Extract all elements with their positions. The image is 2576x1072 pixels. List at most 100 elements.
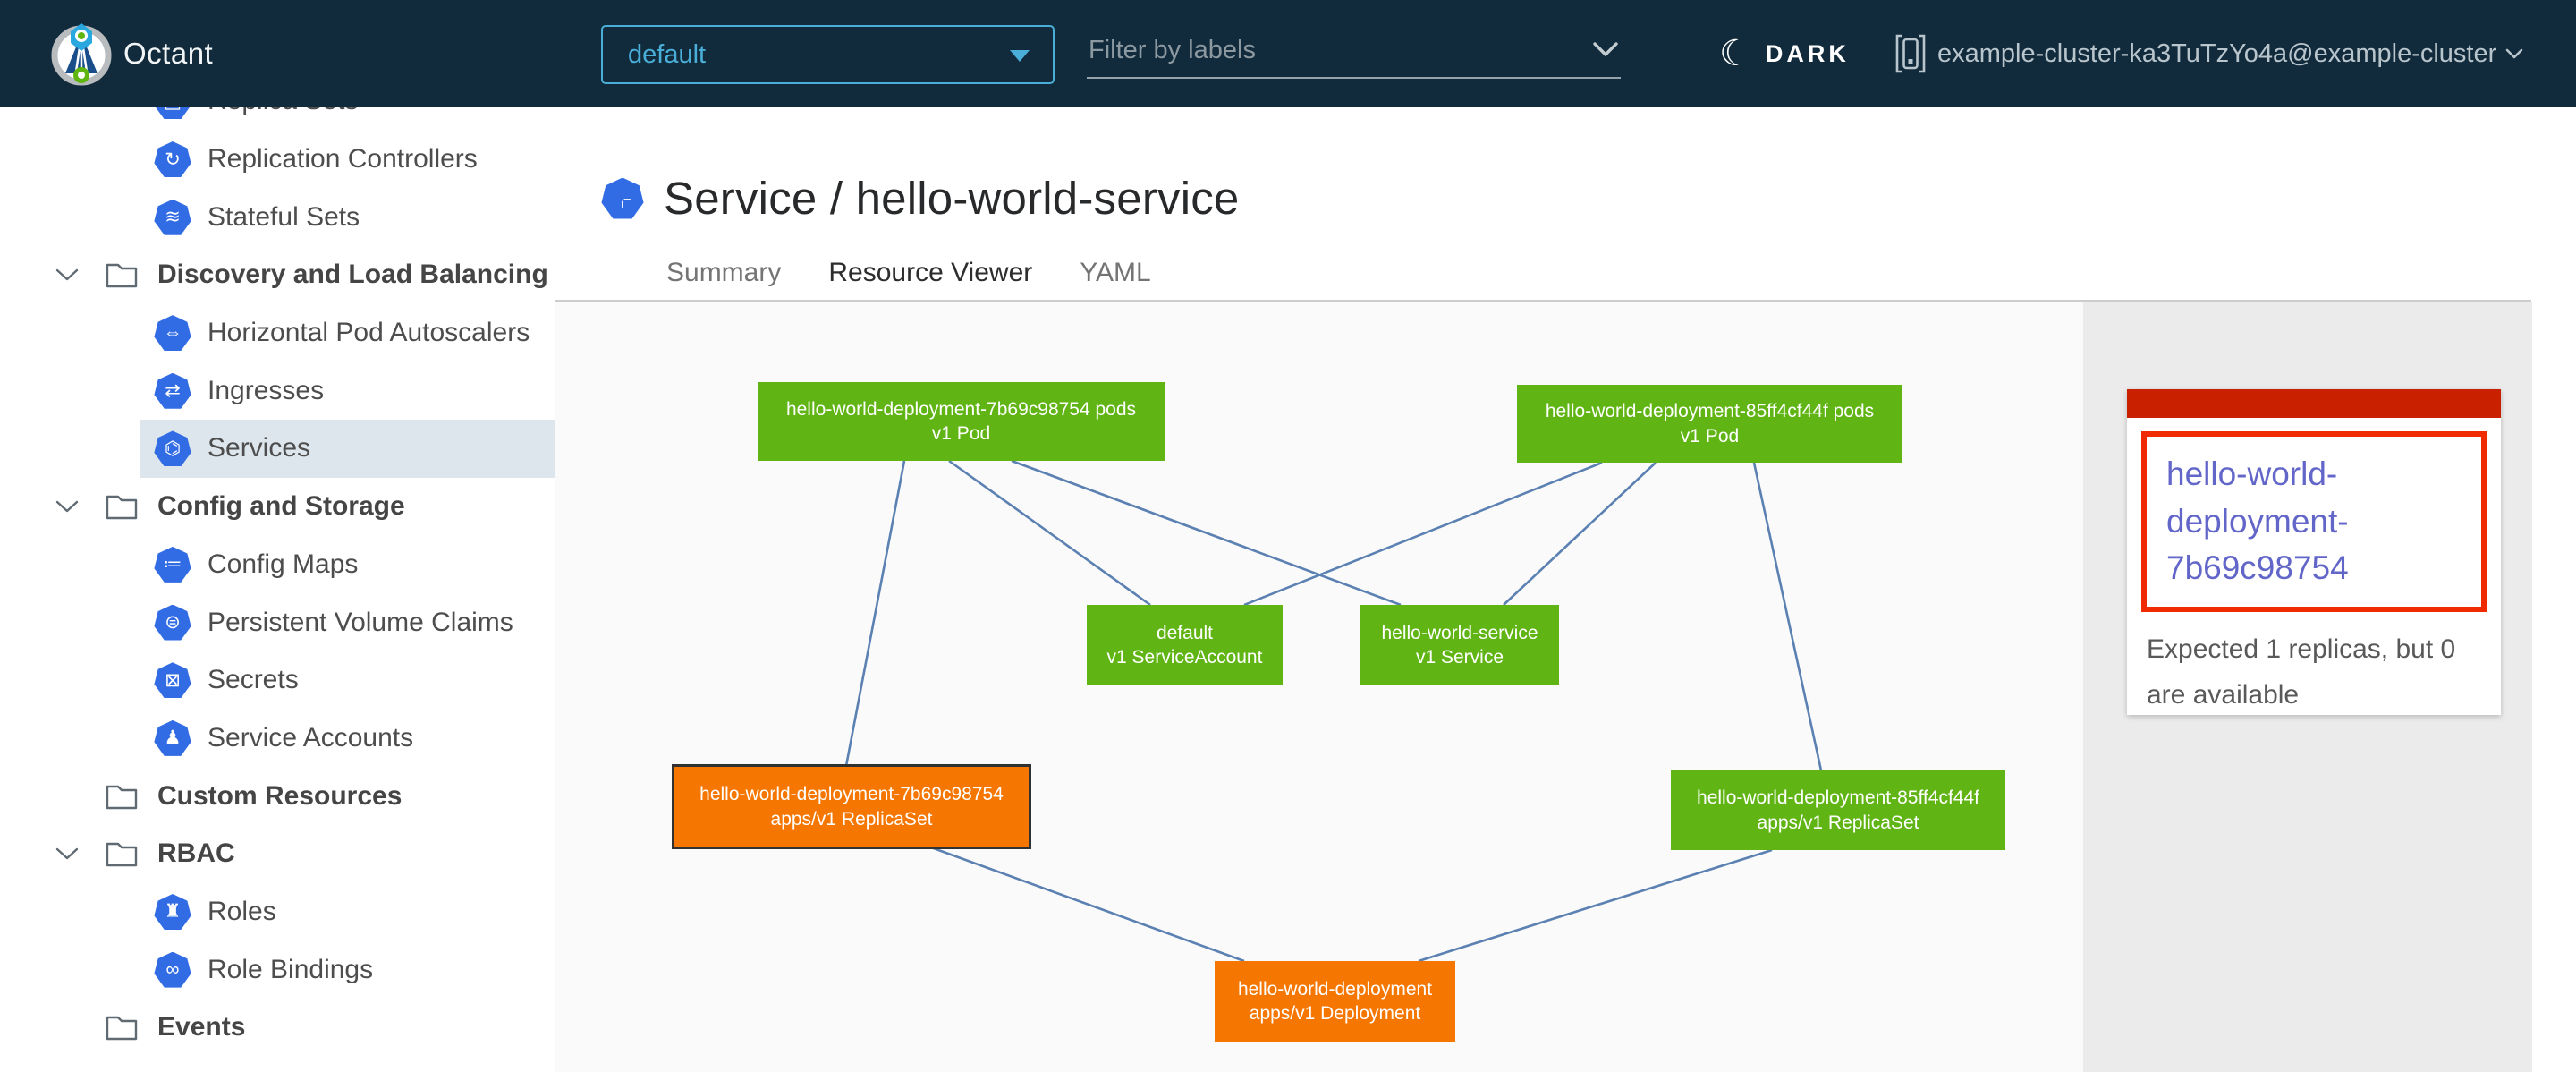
- graph-node-replicaset-85ff4cf44f[interactable]: hello-world-deployment-85ff4cf44fapps/v1…: [1671, 770, 2005, 850]
- page-title: Service / hello-world-service: [664, 172, 1240, 225]
- service-accounts-icon: ♟: [154, 720, 191, 756]
- services-icon: ⌬: [154, 430, 191, 466]
- sidebar-item-replication-controllers[interactable]: ↻ Replication Controllers: [0, 131, 555, 189]
- replication-controllers-icon: ↻: [154, 141, 191, 177]
- octant-logo-icon: [49, 21, 114, 86]
- node-link-box: hello-world-deployment-7b69c98754: [2141, 431, 2487, 612]
- selected-node-panel: hello-world-deployment-7b69c98754 Expect…: [2083, 302, 2532, 1072]
- node-kind: v1 Pod: [1681, 424, 1739, 448]
- label-filter: [1087, 27, 1621, 79]
- sidebar-item-label: Services: [208, 433, 310, 464]
- node-name: default: [1157, 621, 1213, 645]
- replica-sets-icon: ▣: [154, 107, 191, 119]
- sidebar-list: ▣ Replica Sets ↻ Replication Controllers ≋ St…: [0, 107, 555, 1057]
- sidebar-item-label: Replica Sets: [208, 107, 358, 116]
- node-name: hello-world-service: [1381, 621, 1538, 645]
- folder-icon: [106, 840, 138, 867]
- sidebar-item-rbac[interactable]: RBAC: [0, 825, 555, 883]
- sidebar-item-config-maps[interactable]: ≔ Config Maps: [0, 536, 555, 594]
- chevron-down-icon: [52, 847, 82, 861]
- folder-icon: [106, 493, 138, 520]
- sidebar-item-label: Secrets: [208, 665, 299, 695]
- app-name: Octant: [123, 0, 213, 107]
- sidebar-item-stateful-sets[interactable]: ≋ Stateful Sets: [0, 188, 555, 246]
- sidebar-group-label: Config and Storage: [157, 491, 405, 522]
- sidebar-item-roles[interactable]: ♜ Roles: [0, 883, 555, 941]
- octant-app: Octant default ☾ DARK example-cluster-ka…: [0, 0, 2576, 1072]
- role-bindings-icon: ∞: [154, 952, 191, 988]
- config-maps-icon: ≔: [154, 547, 191, 583]
- sidebar-item-label: Role Bindings: [208, 955, 373, 985]
- chevron-down-icon: [2505, 48, 2523, 60]
- sidebar-item-secrets[interactable]: ⊠ Secrets: [0, 651, 555, 710]
- theme-toggle-button[interactable]: ☾ DARK: [1719, 0, 1850, 107]
- navigation-sidebar: ▣ Replica Sets ↻ Replication Controllers ≋ St…: [0, 107, 555, 1072]
- node-link[interactable]: hello-world-deployment-7b69c98754: [2166, 451, 2478, 592]
- sidebar-item-label: Config Maps: [208, 549, 358, 580]
- horizontal-pod-autoscalers-icon: ⇔: [154, 315, 191, 351]
- node-detail-card: hello-world-deployment-7b69c98754 Expect…: [2127, 389, 2501, 715]
- node-kind: v1 Service: [1416, 645, 1504, 669]
- node-error-message: Expected 1 replicas, but 0 are available: [2147, 626, 2460, 719]
- graph-node-replicaset-7b69c98754[interactable]: hello-world-deployment-7b69c98754apps/v1…: [674, 766, 1030, 847]
- roles-icon: ♜: [154, 894, 191, 930]
- sidebar-item-horizontal-pod-autoscalers[interactable]: ⇔ Horizontal Pod Autoscalers: [0, 304, 555, 362]
- sidebar-group-label: Discovery and Load Balancing: [157, 259, 548, 290]
- label-filter-input[interactable]: [1087, 27, 1578, 73]
- ingresses-icon: ⇄: [154, 373, 191, 409]
- namespace-value: default: [628, 40, 706, 70]
- sidebar-item-config-and-storage[interactable]: Config and Storage: [0, 478, 555, 536]
- node-kind: apps/v1 Deployment: [1250, 1001, 1420, 1025]
- error-status-bar: [2127, 389, 2501, 418]
- node-name: hello-world-deployment-85ff4cf44f: [1697, 786, 1979, 810]
- graph-node-deployment-hello-world[interactable]: hello-world-deploymentapps/v1 Deployment: [1215, 961, 1455, 1042]
- page-title-row: ⌌ Service / hello-world-service: [601, 172, 1240, 225]
- secrets-icon: ⊠: [154, 662, 191, 698]
- graph-node-service-hello-world-service[interactable]: hello-world-servicev1 Service: [1360, 605, 1559, 685]
- sidebar-group-label: Events: [157, 1012, 245, 1042]
- chevron-down-icon[interactable]: [1592, 41, 1619, 57]
- sidebar-item-label: Ingresses: [208, 376, 324, 406]
- chevron-down-icon: [52, 268, 82, 282]
- node-name: hello-world-deployment: [1238, 977, 1432, 1001]
- sidebar-item-label: Roles: [208, 897, 276, 927]
- node-name: hello-world-deployment-7b69c98754 pods: [786, 397, 1136, 421]
- service-icon: ⌌: [601, 178, 644, 219]
- node-kind: apps/v1 ReplicaSet: [1758, 811, 1919, 835]
- namespace-dropdown[interactable]: default: [601, 25, 1055, 84]
- node-kind: v1 Pod: [932, 421, 990, 446]
- theme-toggle-label: DARK: [1766, 40, 1850, 68]
- sidebar-item-persistent-volume-claims[interactable]: ⊜ Persistent Volume Claims: [0, 593, 555, 651]
- sidebar-item-label: Stateful Sets: [208, 202, 360, 233]
- caret-down-icon: [1010, 50, 1030, 62]
- sidebar-group-label: Custom Resources: [157, 781, 402, 812]
- sidebar-item-replica-sets[interactable]: ▣ Replica Sets: [0, 107, 555, 131]
- graph-node-pods-85ff4cf44f[interactable]: hello-world-deployment-85ff4cf44f podsv1…: [1517, 385, 1902, 463]
- sidebar-group-label: RBAC: [157, 838, 235, 869]
- cluster-icon: [1894, 33, 1927, 74]
- folder-icon: [106, 1014, 138, 1041]
- sidebar-item-events[interactable]: Events: [0, 999, 555, 1057]
- sidebar-item-label: Replication Controllers: [208, 144, 478, 174]
- sidebar-item-role-bindings[interactable]: ∞ Role Bindings: [0, 940, 555, 999]
- stateful-sets-icon: ≋: [154, 200, 191, 235]
- graph-node-serviceaccount-default[interactable]: defaultv1 ServiceAccount: [1087, 605, 1283, 685]
- sidebar-item-label: Service Accounts: [208, 723, 413, 753]
- chevron-down-icon: [52, 499, 82, 514]
- sidebar-item-label: Horizontal Pod Autoscalers: [208, 318, 530, 348]
- sidebar-item-ingresses[interactable]: ⇄ Ingresses: [0, 362, 555, 420]
- cluster-selector[interactable]: example-cluster-ka3TuTzYo4a@example-clus…: [1894, 0, 2523, 107]
- sidebar-item-service-accounts[interactable]: ♟ Service Accounts: [0, 710, 555, 768]
- graph-node-pods-7b69c98754[interactable]: hello-world-deployment-7b69c98754 podsv1…: [758, 382, 1165, 461]
- sidebar-item-label: Persistent Volume Claims: [208, 608, 513, 638]
- persistent-volume-claims-icon: ⊜: [154, 605, 191, 641]
- node-name: hello-world-deployment-7b69c98754: [699, 782, 1004, 806]
- sidebar-item-discovery-and-load-balancing[interactable]: Discovery and Load Balancing: [0, 246, 555, 304]
- node-kind: v1 ServiceAccount: [1107, 645, 1263, 669]
- sidebar-item-custom-resources[interactable]: Custom Resources: [0, 767, 555, 825]
- main-content: ⌌ Service / hello-world-service Summary …: [555, 107, 2576, 1072]
- node-kind: apps/v1 ReplicaSet: [771, 807, 933, 831]
- folder-icon: [106, 783, 138, 810]
- sidebar-item-services[interactable]: ⌬ Services: [0, 420, 555, 478]
- top-header: Octant default ☾ DARK example-cluster-ka…: [0, 0, 2576, 107]
